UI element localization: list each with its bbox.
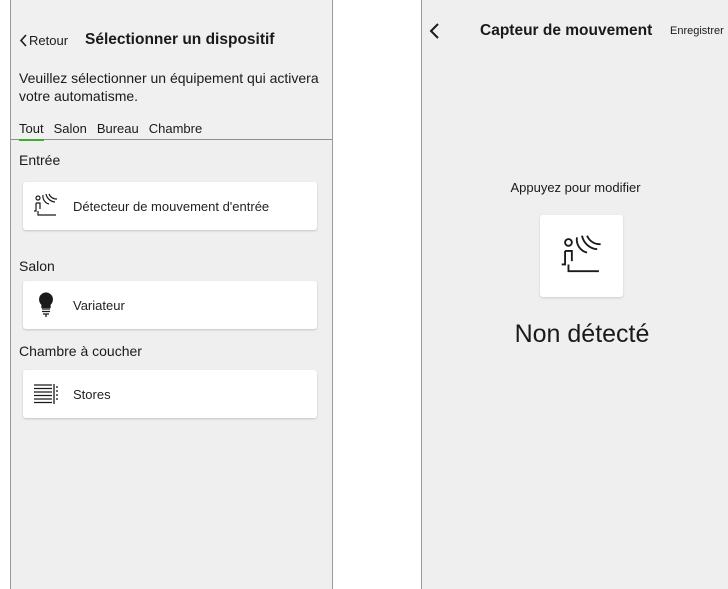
tab-salon[interactable]: Salon <box>54 121 87 141</box>
chevron-left-icon[interactable] <box>428 21 440 41</box>
device-card-dimmer[interactable]: Variateur <box>23 281 317 329</box>
room-tabs: Tout Salon Bureau Chambre <box>19 121 212 141</box>
detection-status: Non détecté <box>514 320 650 348</box>
page-title: Sélectionner un dispositif <box>85 31 275 48</box>
motion-sensor-icon <box>33 192 59 220</box>
motion-sensor-screen: Capteur de mouvement Enregistrer Appuyez… <box>421 0 728 589</box>
edit-hint: Appuyez pour modifier <box>510 180 641 195</box>
motion-sensor-icon <box>561 235 601 273</box>
page-title: Capteur de mouvement <box>480 22 653 39</box>
device-card-blinds[interactable]: Stores <box>23 370 317 418</box>
blinds-icon <box>33 380 59 408</box>
select-device-screen: Retour Sélectionner un dispositif Veuill… <box>10 0 333 589</box>
bulb-icon <box>33 291 59 319</box>
icon-tile[interactable] <box>540 215 623 297</box>
header: Retour Sélectionner un dispositif Veuill… <box>11 0 332 141</box>
device-label: Détecteur de mouvement d'entrée <box>73 198 270 214</box>
device-card-motion-sensor[interactable]: Détecteur de mouvement d'entrée <box>23 182 317 230</box>
save-button[interactable]: Enregistrer <box>670 25 724 37</box>
tab-tout[interactable]: Tout <box>19 121 44 141</box>
section-title-chambre: Chambre à coucher <box>19 343 142 359</box>
device-label: Stores <box>73 386 111 402</box>
section-title-entree: Entrée <box>19 152 61 168</box>
tab-bureau[interactable]: Bureau <box>97 121 139 141</box>
device-label: Variateur <box>73 297 125 313</box>
chevron-left-icon <box>19 34 27 47</box>
back-label: Retour <box>29 33 69 48</box>
section-title-salon: Salon <box>19 258 55 274</box>
instruction-text: Veuillez sélectionner un équipement qui … <box>19 70 319 104</box>
tab-chambre[interactable]: Chambre <box>149 121 202 141</box>
back-button[interactable]: Retour <box>19 33 68 48</box>
